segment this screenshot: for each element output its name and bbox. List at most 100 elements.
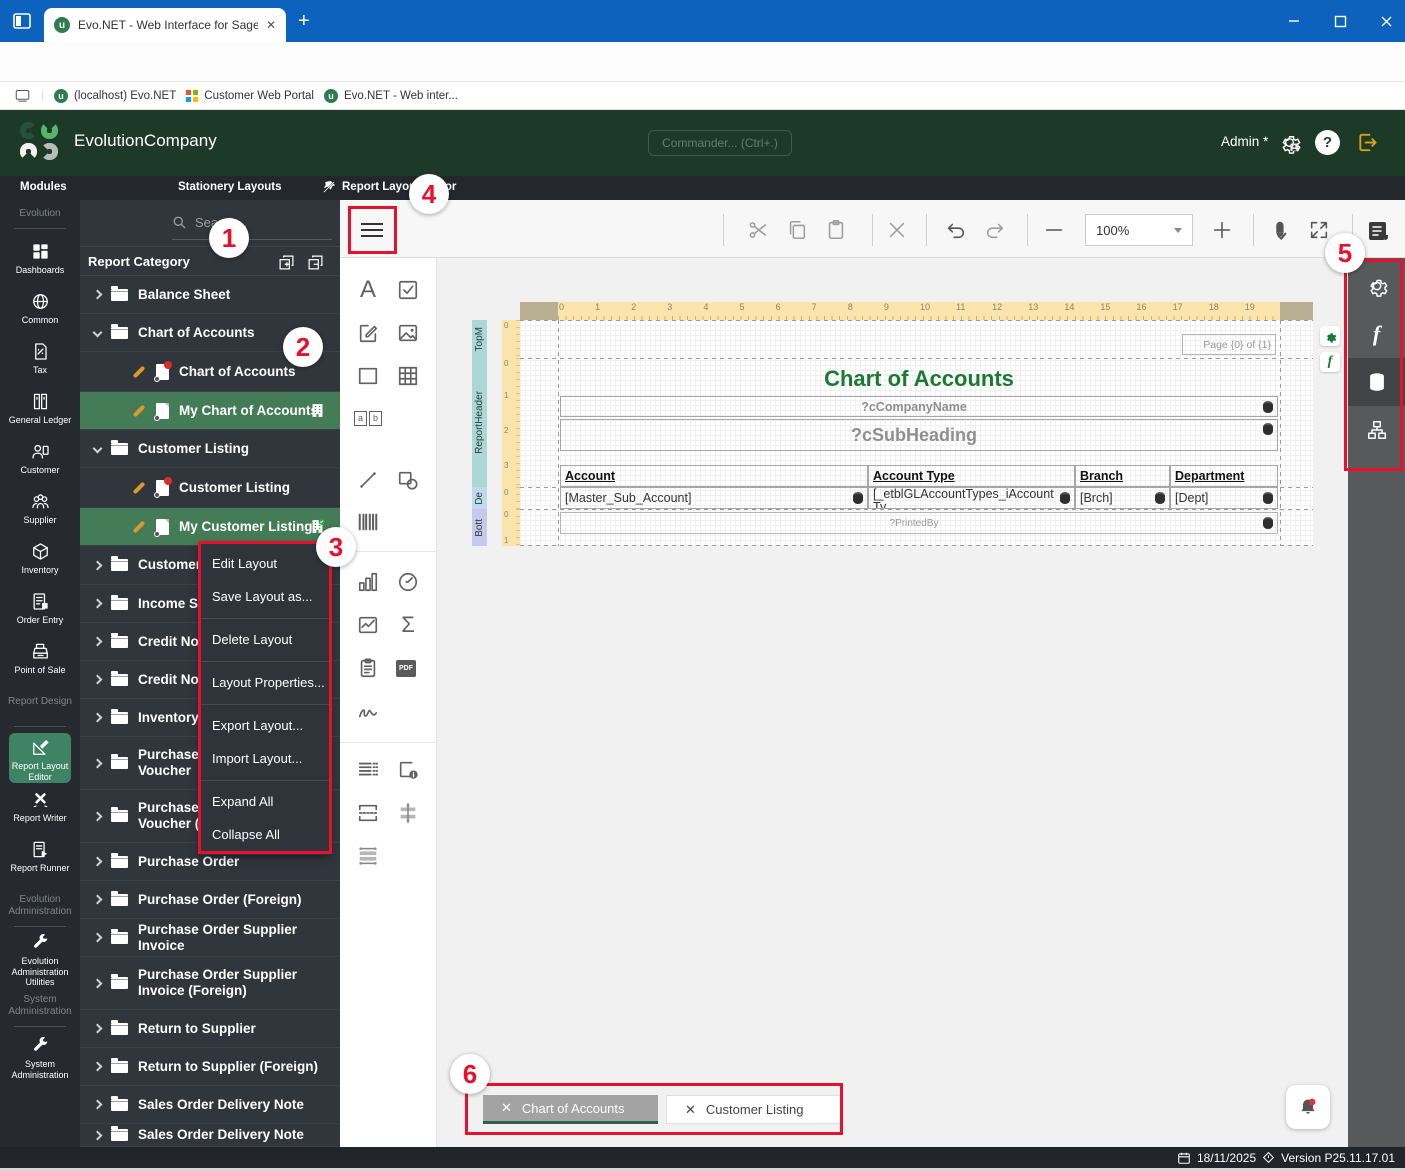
detail-field-account[interactable]: [Master_Sub_Account] — [560, 487, 868, 509]
search-box[interactable] — [172, 206, 332, 240]
sparkline-tool[interactable] — [355, 612, 381, 638]
user-settings-icon[interactable] — [1278, 131, 1301, 154]
band-report-header[interactable]: ReportHeader — [472, 358, 487, 487]
column-header-branch[interactable]: Branch — [1075, 465, 1170, 487]
panel-info-tool[interactable] — [395, 757, 421, 783]
menu-item-import-layout[interactable]: Import Layout... — [200, 742, 329, 775]
horizontal-align-tool[interactable] — [395, 800, 421, 826]
expressions-icon[interactable]: f — [1348, 310, 1405, 358]
bookmark-localhost-evonet[interactable]: u (localhost) Evo.NET — [54, 88, 176, 103]
subheading-field[interactable]: ?cSubHeading — [560, 419, 1278, 451]
tree-item-return-to-supplier-foreign[interactable]: Return to Supplier (Foreign) — [80, 1048, 340, 1086]
company-name-field[interactable]: ?cCompanyName — [560, 396, 1278, 417]
band-settings-gear-icon[interactable] — [1320, 326, 1340, 346]
detail-field-department[interactable]: [Dept] — [1170, 487, 1278, 509]
menu-item-collapse-all[interactable]: Collapse All — [200, 818, 329, 851]
summary-tool[interactable]: Σ — [395, 612, 421, 638]
band-script-f-icon[interactable]: f — [1320, 352, 1340, 372]
sidebar-item-report-runner[interactable]: Report Runner — [0, 840, 80, 874]
paste-icon[interactable] — [825, 219, 847, 241]
commander-button[interactable]: Commander... (Ctrl+.) — [648, 130, 792, 156]
sidebar-item-inventory[interactable]: Inventory — [0, 542, 80, 576]
character-comb-tool[interactable]: ab — [354, 405, 382, 431]
sidebar-item-common[interactable]: Common — [0, 292, 80, 326]
workspaces-icon[interactable] — [10, 9, 34, 33]
close-tab-icon[interactable]: ✕ — [685, 1102, 696, 1118]
sidebar-item-customer[interactable]: Customer — [0, 442, 80, 476]
sidebar-item-point-of-sale[interactable]: Point of Sale — [0, 642, 80, 676]
column-header-department[interactable]: Department — [1170, 465, 1278, 487]
tree-item-po-supplier-invoice[interactable]: Purchase Order Supplier Invoice — [80, 919, 340, 957]
pdf-content-tool[interactable]: PDF — [393, 655, 419, 681]
tree-item-customer-listing-layout[interactable]: Customer Listing — [80, 468, 340, 508]
menu-item-expand-all[interactable]: Expand All — [200, 780, 329, 818]
sidebar-item-tax[interactable]: Tax — [0, 342, 80, 376]
data-source-icon[interactable] — [1348, 358, 1405, 406]
rich-edit-tool[interactable] — [355, 320, 381, 346]
menu-item-save-layout-as[interactable]: Save Layout as... — [200, 580, 329, 613]
edit-pencil-icon[interactable] — [132, 481, 146, 494]
close-button[interactable] — [1371, 6, 1401, 36]
clipboard-tool[interactable] — [355, 655, 381, 681]
zoom-out-icon[interactable] — [1043, 219, 1065, 241]
tree-item-my-chart-of-accounts[interactable]: My Chart of Accounts — [80, 392, 340, 430]
column-header-account[interactable]: Account — [560, 465, 868, 487]
collapse-all-icon[interactable] — [307, 254, 324, 271]
report-title-label[interactable]: Chart of Accounts — [560, 364, 1278, 394]
tree-item-po-supplier-invoice-foreign[interactable]: Purchase Order Supplier Invoice (Foreign… — [80, 957, 340, 1010]
sidebar-item-general-ledger[interactable]: General Ledger — [0, 392, 80, 426]
sidebar-item-order-entry[interactable]: Order Entry — [0, 592, 80, 626]
reading-list-icon[interactable] — [14, 88, 31, 103]
document-tab-chart-of-accounts[interactable]: ✕ Chart of Accounts — [483, 1095, 658, 1124]
zoom-in-icon[interactable] — [1211, 219, 1233, 241]
detail-field-account-type[interactable]: [_etblGLAccountTypes_iAccountTy].[Accoun… — [868, 487, 1075, 509]
tree-item-customer-listing-folder[interactable]: Customer Listing — [80, 430, 340, 468]
tree-item-sales-order-delivery-note-2[interactable]: Sales Order Delivery Note — [80, 1124, 340, 1147]
user-label[interactable]: Admin * — [1221, 134, 1268, 149]
unpin-icon[interactable] — [322, 179, 337, 194]
label-tool[interactable]: A — [355, 276, 381, 303]
picture-tool[interactable] — [395, 320, 421, 346]
report-structure-icon[interactable] — [1348, 406, 1405, 454]
sidebar-item-evolution-administration-utilities[interactable]: Evolution Administration Utilities — [0, 933, 80, 988]
notifications-bell-button[interactable] — [1286, 1085, 1330, 1129]
menu-item-layout-properties[interactable]: Layout Properties... — [200, 661, 329, 699]
gauge-tool[interactable] — [395, 569, 421, 595]
close-tab-icon[interactable]: ✕ — [501, 1100, 512, 1116]
line-tool[interactable] — [355, 467, 381, 493]
redo-icon[interactable] — [984, 219, 1006, 241]
tab-close-icon[interactable]: ✕ — [266, 18, 276, 32]
script-icon[interactable] — [1366, 219, 1388, 241]
chart-tool[interactable] — [355, 569, 381, 595]
edit-pencil-icon[interactable] — [132, 365, 146, 378]
sidebar-item-report-writer[interactable]: Report Writer — [0, 790, 80, 824]
bookmark-evonet-web[interactable]: u Evo.NET - Web inter... — [323, 88, 458, 103]
sidebar-item-report-layout-editor[interactable]: Report Layout Editor — [0, 738, 80, 782]
vertical-align-tool[interactable] — [355, 843, 381, 869]
bookmark-customer-web-portal[interactable]: Customer Web Portal — [186, 89, 314, 102]
document-tab-customer-listing[interactable]: ✕ Customer Listing — [666, 1095, 842, 1124]
menu-item-edit-layout[interactable]: Edit Layout — [200, 547, 329, 580]
tree-item-sales-order-delivery-note-1[interactable]: Sales Order Delivery Note — [80, 1086, 340, 1124]
text-lines-tool[interactable] — [355, 757, 381, 783]
tree-item-my-customer-listing[interactable]: My Customer Listing — [80, 508, 340, 546]
undo-icon[interactable] — [945, 219, 967, 241]
delete-icon[interactable] — [886, 219, 908, 241]
column-header-account-type[interactable]: Account Type — [868, 465, 1075, 487]
logout-icon[interactable] — [1356, 131, 1379, 154]
copy-icon[interactable] — [786, 219, 808, 241]
edit-pencil-icon[interactable] — [132, 404, 146, 417]
menu-item-delete-layout[interactable]: Delete Layout — [200, 618, 329, 656]
hamburger-menu-button[interactable] — [352, 210, 392, 250]
tree-item-return-to-supplier[interactable]: Return to Supplier — [80, 1010, 340, 1048]
expand-all-icon[interactable] — [278, 254, 295, 271]
new-tab-button[interactable]: + — [298, 10, 310, 33]
rectangle-tool[interactable] — [355, 363, 381, 389]
barcode-tool[interactable] — [355, 509, 381, 535]
signature-tool[interactable] — [355, 699, 381, 725]
sidebar-item-supplier[interactable]: Supplier — [0, 492, 80, 526]
edit-pencil-icon[interactable] — [132, 520, 146, 533]
browser-tab[interactable]: u Evo.NET - Web Interface for Sage ✕ — [44, 8, 286, 42]
detail-field-branch[interactable]: [Brch] — [1075, 487, 1170, 509]
printed-by-field[interactable]: ?PrintedBy — [560, 512, 1278, 534]
